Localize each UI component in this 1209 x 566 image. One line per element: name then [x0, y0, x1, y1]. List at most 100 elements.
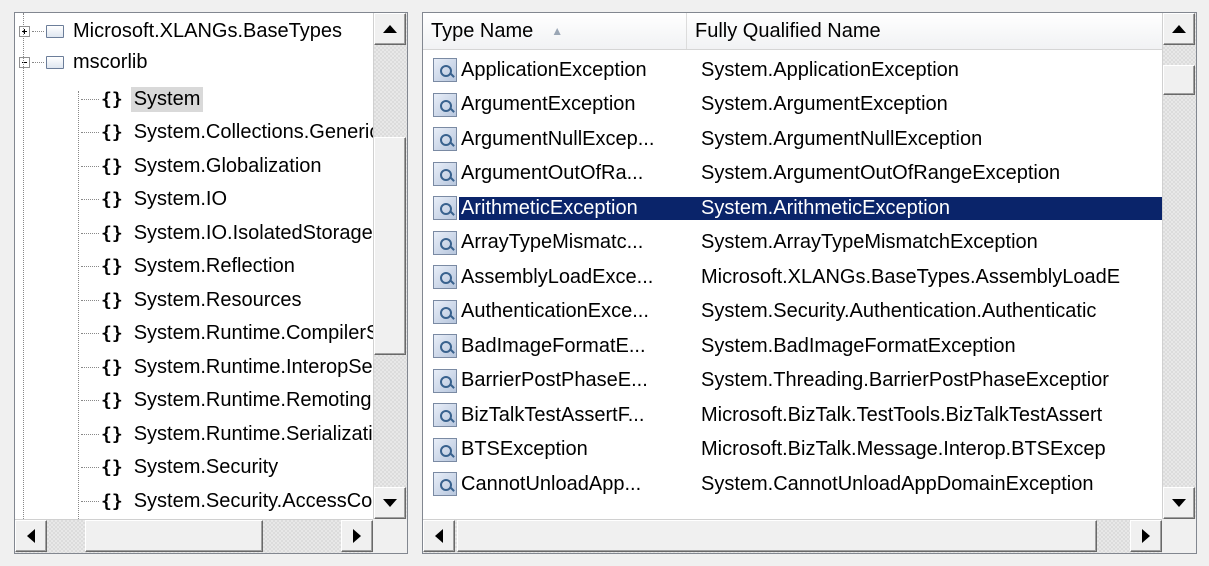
tree-node-label: System.IO: [133, 188, 228, 210]
tree-node-label: System.Globalization: [133, 154, 322, 177]
fully-qualified-name-cell: System.ArgumentOutOfRangeException: [701, 162, 1061, 184]
tree-assembly-node[interactable]: mscorlib: [17, 46, 150, 78]
tree-connector: [81, 500, 99, 502]
list-item[interactable]: ArgumentException System.ArgumentExceptio…: [423, 88, 1162, 122]
list-horizontal-scrollbar[interactable]: [423, 519, 1162, 553]
list-horizontal-thumb[interactable]: [457, 520, 1097, 552]
tree-scroll-left-button[interactable]: [15, 520, 47, 552]
tree-connector: [81, 467, 99, 468]
fully-qualified-name-cell: System.Threading.BarrierPostPhaseExcepti…: [701, 369, 1109, 391]
type-list-view[interactable]: Type Name ▲ Fully Qualified Name Applica…: [422, 12, 1197, 554]
tree-connector: [81, 333, 99, 334]
tree-namespace-node[interactable]: {} System.Globalization: [79, 150, 325, 182]
list-item[interactable]: ArithmeticException System.ArithmeticExce…: [423, 191, 1162, 225]
sort-ascending-icon: ▲: [551, 24, 564, 38]
list-header: Type Name ▲ Fully Qualified Name: [423, 13, 1162, 50]
tree-scroll-up-button[interactable]: [374, 13, 406, 45]
list-item[interactable]: BizTalkTestAssertF... Microsoft.BizTalk.T…: [423, 398, 1162, 432]
type-name-cell: ArgumentNullExcep...: [461, 127, 655, 150]
type-name-cell: ApplicationException: [461, 58, 647, 81]
tree-namespace-node[interactable]: {} System.Resources: [79, 284, 305, 316]
list-item[interactable]: AuthenticationExce... System.Security.Aut…: [423, 295, 1162, 329]
list-item[interactable]: BTSException Microsoft.BizTalk.Message.In…: [423, 433, 1162, 467]
tree-vertical-scrollbar[interactable]: [373, 13, 407, 519]
type-name-cell: ArgumentException: [461, 93, 636, 115]
class-type-icon: [433, 368, 457, 393]
collapse-icon[interactable]: [19, 56, 30, 68]
class-type-icon: [433, 403, 457, 427]
tree-namespace-node[interactable]: {} System.IO.IsolatedStorage: [79, 217, 376, 249]
list-vertical-scrollbar[interactable]: [1162, 13, 1196, 519]
tree-node-label: System.Resources: [133, 288, 302, 311]
list-item[interactable]: BadImageFormatE... System.BadImageFormatE…: [423, 329, 1162, 363]
tree-scroll-down-button[interactable]: [374, 487, 406, 519]
tree-connector: [81, 98, 99, 100]
type-name-cell: AssemblyLoadExce...: [461, 265, 654, 288]
tree-connector: [32, 30, 44, 32]
fully-qualified-name-cell: Microsoft.XLANGs.BaseTypes.AssemblyLoadE: [701, 265, 1121, 288]
arrow-up-icon: [383, 25, 397, 33]
tree-namespace-node[interactable]: {} System.Security.AccessControl: [79, 485, 407, 517]
tree-vertical-connector: [78, 91, 79, 521]
fully-qualified-name-cell: System.ArithmeticException: [701, 196, 1162, 220]
tree-assembly-node[interactable]: Microsoft.XLANGs.BaseTypes: [17, 15, 345, 47]
tree-connector: [81, 132, 99, 133]
tree-node-label: mscorlib: [73, 50, 148, 73]
tree-namespace-node[interactable]: {} System: [79, 83, 204, 115]
list-item[interactable]: AssemblyLoadExce... Microsoft.XLANGs.Base…: [423, 260, 1162, 294]
list-item[interactable]: ArrayTypeMismatc... System.ArrayTypeMisma…: [423, 226, 1162, 260]
tree-vertical-thumb[interactable]: [374, 137, 406, 355]
namespace-icon: {}: [101, 122, 123, 143]
namespace-icon: {}: [101, 189, 123, 210]
tree-scroll-right-button[interactable]: [341, 520, 373, 552]
tree-namespace-node[interactable]: {} System.Runtime.InteropServices: [79, 351, 407, 383]
type-name-cell: AuthenticationExce...: [461, 300, 649, 322]
tree-namespace-node[interactable]: {} System.Security: [79, 452, 281, 484]
fully-qualified-name-cell: System.ArrayTypeMismatchException: [701, 231, 1038, 253]
tree-namespace-node[interactable]: {} System.Runtime.CompilerServices: [79, 318, 407, 350]
list-item[interactable]: CannotUnloadApp... System.CannotUnloadApp…: [423, 467, 1162, 501]
namespace-icon: {}: [101, 490, 123, 512]
tree-namespace-node[interactable]: {} System.IO: [79, 184, 230, 216]
tree-root-connector: [23, 13, 24, 533]
tree-connector: [81, 232, 99, 234]
class-type-icon: [433, 265, 457, 289]
tree-namespace-node[interactable]: {} System.Runtime.Remoting: [79, 385, 375, 417]
class-type-icon: [433, 161, 457, 186]
tree-node-label: System.Collections.Generic: [133, 121, 380, 143]
fully-qualified-name-cell: Microsoft.BizTalk.TestTools.BizTalkTestA…: [701, 403, 1103, 426]
list-item[interactable]: ArgumentOutOfRa... System.ArgumentOutOfRa…: [423, 157, 1162, 191]
tree-horizontal-scrollbar[interactable]: [15, 519, 373, 553]
namespace-icon: {}: [101, 256, 123, 277]
column-header-type-name[interactable]: Type Name ▲: [423, 13, 687, 49]
tree-connector: [81, 400, 99, 401]
tree-connector: [32, 61, 44, 63]
class-type-icon: [433, 196, 457, 220]
type-name-cell: CannotUnloadApp...: [461, 472, 642, 495]
tree-connector: [81, 266, 99, 267]
list-item[interactable]: ApplicationException System.ApplicationEx…: [423, 53, 1162, 87]
tree-connector: [81, 165, 99, 167]
list-item[interactable]: ArgumentNullExcep... System.ArgumentNullE…: [423, 122, 1162, 156]
namespace-icon: {}: [101, 356, 123, 378]
list-scroll-right-button[interactable]: [1130, 520, 1162, 552]
tree-namespace-node[interactable]: {} System.Reflection: [79, 251, 298, 283]
list-scroll-up-button[interactable]: [1163, 13, 1195, 45]
tree-namespace-node[interactable]: {} System.Collections.Generic: [79, 117, 382, 149]
fully-qualified-name-cell: System.ArgumentNullException: [701, 127, 983, 150]
list-scroll-down-button[interactable]: [1163, 487, 1195, 519]
list-scroll-left-button[interactable]: [423, 520, 455, 552]
type-name-cell: ArrayTypeMismatc...: [461, 231, 644, 253]
namespace-icon: {}: [101, 323, 123, 344]
arrow-down-icon: [1172, 499, 1186, 507]
arrow-left-icon: [27, 529, 35, 543]
list-vertical-thumb[interactable]: [1163, 65, 1195, 95]
expand-icon[interactable]: [19, 25, 30, 37]
list-item[interactable]: BarrierPostPhaseE... System.Threading.Bar…: [423, 364, 1162, 398]
scroll-corner: [373, 519, 407, 553]
column-header-fully-qualified-name[interactable]: Fully Qualified Name: [687, 13, 1162, 49]
arrow-right-icon: [353, 529, 361, 543]
namespace-tree[interactable]: Microsoft.XLANGs.BaseTypes mscorlib {} Syst…: [14, 12, 408, 554]
tree-namespace-node[interactable]: {} System.Runtime.Serialization: [79, 418, 398, 450]
tree-horizontal-thumb[interactable]: [85, 520, 263, 552]
